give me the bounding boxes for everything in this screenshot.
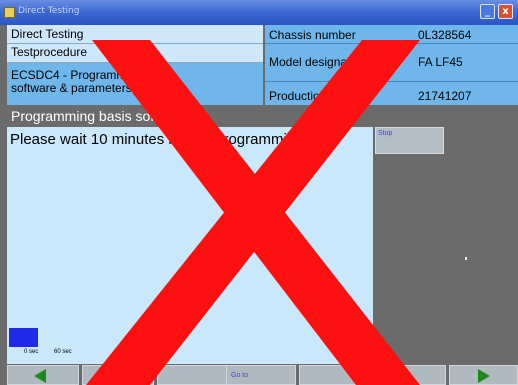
- breadcrumb-current-test[interactable]: ECSDC4 - Programming basis software & pa…: [7, 63, 263, 105]
- stop-button[interactable]: Stop: [375, 127, 444, 154]
- navigation-bar: Go to Finish: [0, 364, 518, 385]
- vehicle-row-label: Production number:: [269, 89, 374, 103]
- vehicle-row-label: Model designation:: [269, 55, 370, 69]
- goto-button[interactable]: Go to: [226, 365, 296, 385]
- side-button-panel: Stop: [373, 106, 518, 364]
- nav-button-5[interactable]: [299, 365, 371, 385]
- chassis-number-value: 0L328564: [418, 28, 472, 42]
- progress-scale-min: 0 sec: [24, 349, 39, 355]
- progress-scale-max: 60 sec: [54, 349, 72, 355]
- breadcrumb-direct-testing[interactable]: Direct Testing: [7, 25, 263, 44]
- vehicle-row: Model designation: FA LF45: [265, 44, 518, 82]
- step-message: Please wait 10 minutes before programmin…: [10, 131, 304, 148]
- progress-bar: [9, 328, 38, 347]
- mouse-cursor: [465, 257, 467, 260]
- vehicle-row: Chassis number 0L328564: [265, 25, 518, 44]
- model-designation-value: FA LF45: [418, 55, 463, 69]
- app-icon: [4, 7, 15, 18]
- step-title: Programming basis software: [7, 106, 373, 127]
- nav-button-2[interactable]: [82, 365, 154, 385]
- breadcrumb-testprocedure[interactable]: Testprocedure: [7, 44, 263, 63]
- step-content-panel: Programming basis software Please wait 1…: [7, 106, 373, 364]
- finish-button[interactable]: Finish: [374, 365, 446, 385]
- back-button[interactable]: [7, 365, 79, 385]
- breadcrumb: Direct Testing Testprocedure ECSDC4 - Pr…: [7, 25, 263, 105]
- next-button[interactable]: [449, 365, 518, 385]
- vehicle-info-panel: Chassis number 0L328564 Model designatio…: [265, 25, 518, 105]
- nav-button-3[interactable]: [157, 365, 229, 385]
- window-title: Direct Testing: [18, 6, 80, 16]
- triangle-right-icon: [478, 369, 490, 383]
- minimize-button[interactable]: _: [480, 4, 495, 19]
- triangle-left-icon: [34, 369, 46, 383]
- production-number-value: 21741207: [418, 89, 472, 103]
- vehicle-row: Production number: 21741207: [265, 82, 518, 105]
- window-title-bar: Direct Testing _ x: [0, 0, 518, 25]
- close-button[interactable]: x: [498, 4, 513, 19]
- vehicle-row-label: Chassis number: [269, 28, 356, 42]
